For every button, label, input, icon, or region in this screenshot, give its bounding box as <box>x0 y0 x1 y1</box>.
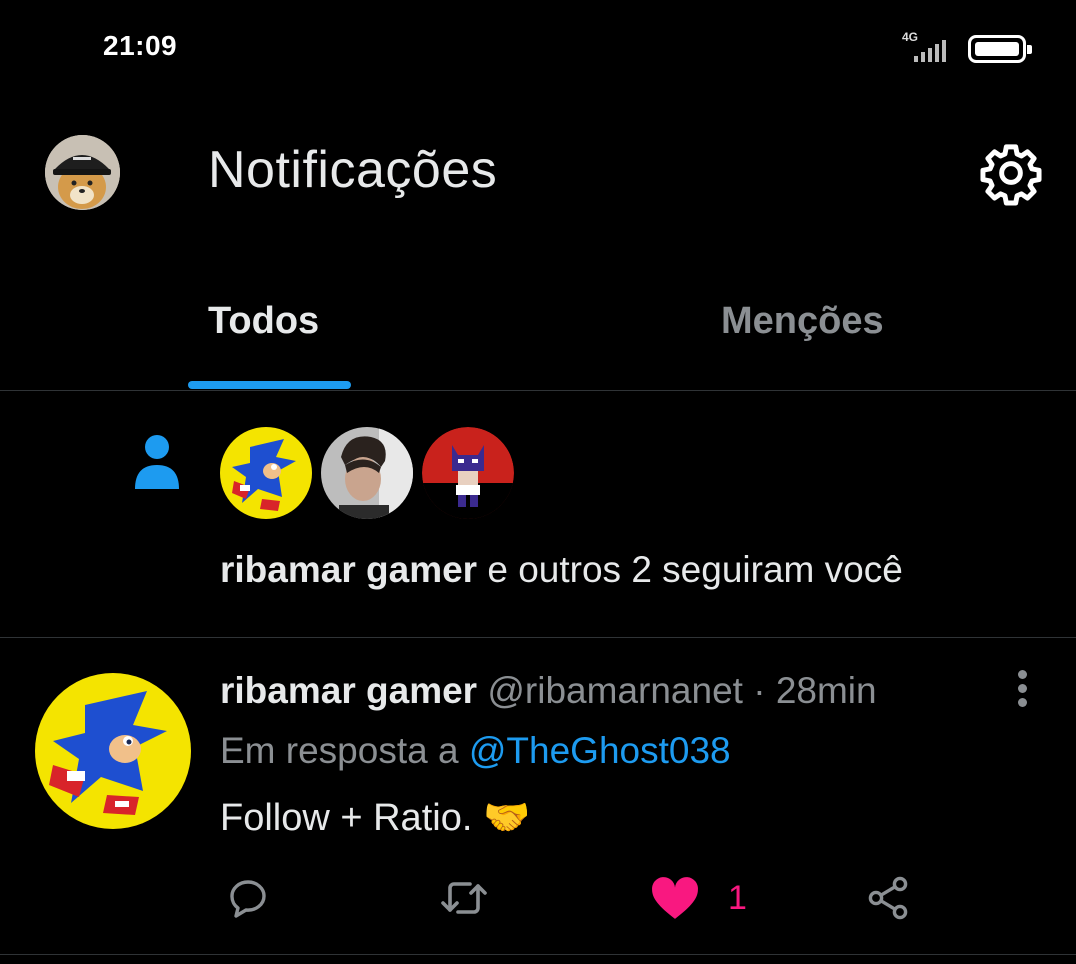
status-bar: 21:09 4G <box>0 0 1076 100</box>
gear-icon <box>980 144 1042 206</box>
like-count: 1 <box>728 878 747 917</box>
tab-bar: Todos Menções <box>0 270 1076 391</box>
author-avatar[interactable] <box>35 673 191 829</box>
tab-mentions[interactable]: Menções <box>721 300 884 343</box>
follow-text: ribamar gamer e outros 2 seguiram você <box>220 549 903 591</box>
tab-all[interactable]: Todos <box>208 300 319 343</box>
follower-avatar[interactable] <box>220 427 312 519</box>
tweet-actions: 1 <box>0 870 1076 930</box>
more-options-button[interactable] <box>1010 670 1034 710</box>
header-separator: · <box>742 670 776 711</box>
profile-avatar[interactable] <box>45 135 120 210</box>
person-icon <box>135 435 179 489</box>
reply-mention-link[interactable]: @TheGhost038 <box>469 730 731 771</box>
status-time: 21:09 <box>103 30 178 61</box>
reply-button[interactable] <box>224 870 272 926</box>
follow-message: e outros 2 seguiram você <box>477 549 903 590</box>
author-handle[interactable]: @ribamarnanet <box>487 670 743 711</box>
follower-avatar[interactable] <box>321 427 413 519</box>
tweet-timestamp: 28min <box>775 670 877 711</box>
battery-icon <box>968 35 1032 63</box>
follower-name[interactable]: ribamar gamer <box>220 549 477 590</box>
tab-indicator <box>188 381 351 389</box>
page-title: Notificações <box>208 141 498 199</box>
follower-avatar[interactable] <box>422 427 514 519</box>
like-button[interactable]: 1 <box>650 870 747 926</box>
retweet-icon <box>441 882 487 914</box>
follow-notification[interactable]: ribamar gamer e outros 2 seguiram você <box>0 391 1076 638</box>
author-name[interactable]: ribamar gamer <box>220 670 477 711</box>
retweet-button[interactable] <box>438 870 490 926</box>
comment-icon <box>230 880 266 918</box>
reply-prefix: Em resposta a <box>220 730 469 771</box>
share-button[interactable] <box>864 870 912 926</box>
tweet-item[interactable]: ribamar gamer @ribamarnanet · 28min Em r… <box>0 638 1076 964</box>
divider <box>0 954 1076 955</box>
signal-icon: 4G <box>898 28 958 64</box>
tweet-header: ribamar gamer @ribamarnanet · 28min <box>220 670 877 712</box>
tweet-text: Follow + Ratio. 🤝 <box>220 797 531 839</box>
reply-context: Em resposta a @TheGhost038 <box>220 730 731 772</box>
share-icon <box>868 876 908 920</box>
settings-button[interactable] <box>978 140 1044 206</box>
heart-icon <box>652 877 698 919</box>
